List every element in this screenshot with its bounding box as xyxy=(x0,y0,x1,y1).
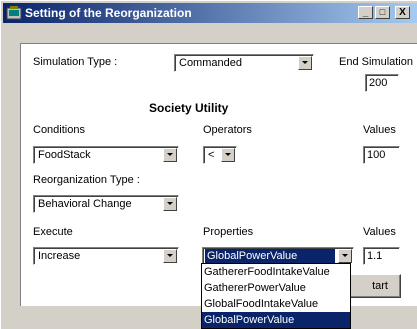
chevron-down-icon[interactable] xyxy=(338,249,352,263)
end-simulation-label: End Simulation : xyxy=(339,56,417,68)
operators-label: Operators xyxy=(203,124,252,136)
execute-select[interactable]: Increase xyxy=(33,247,179,265)
dropdown-option[interactable]: GathererFoodIntakeValue xyxy=(202,264,350,280)
section-heading: Society Utility xyxy=(149,101,229,115)
simulation-type-value: Commanded xyxy=(179,57,242,69)
minimize-button[interactable]: _ xyxy=(358,6,373,19)
reorg-type-label: Reorganization Type : xyxy=(33,174,140,186)
properties-dropdown-list: GathererFoodIntakeValue GathererPowerVal… xyxy=(201,263,351,329)
close-button[interactable]: X xyxy=(395,6,410,19)
simulation-type-label: Simulation Type : xyxy=(33,56,118,68)
reorg-type-value: Behavioral Change xyxy=(38,198,132,210)
dropdown-option[interactable]: GathererPowerValue xyxy=(202,280,350,296)
conditions-value: FoodStack xyxy=(38,149,91,161)
chevron-down-icon[interactable] xyxy=(163,197,177,211)
properties-label: Properties xyxy=(203,226,254,238)
conditions-select[interactable]: FoodStack xyxy=(33,146,179,164)
execute-label: Execute xyxy=(33,226,73,238)
values-label-1: Values xyxy=(363,124,396,136)
operators-select[interactable]: < xyxy=(203,146,237,164)
dropdown-option[interactable]: GlobalFoodIntakeValue xyxy=(202,296,350,312)
reorganization-window: Setting of the Reorganization _ □ X Simu… xyxy=(0,0,417,329)
chevron-down-icon[interactable] xyxy=(163,249,177,263)
execute-value: Increase xyxy=(38,250,81,262)
properties-value: GlobalPowerValue xyxy=(205,249,335,263)
dropdown-option-selected[interactable]: GlobalPowerValue xyxy=(202,312,350,328)
maximize-button[interactable]: □ xyxy=(375,6,390,19)
start-button-label: tart xyxy=(372,280,388,292)
chevron-down-icon[interactable] xyxy=(163,148,177,162)
app-icon xyxy=(6,5,22,21)
title-bar[interactable]: Setting of the Reorganization _ □ X xyxy=(3,3,417,23)
simulation-type-select[interactable]: Commanded xyxy=(174,54,314,72)
values-label-2: Values xyxy=(363,226,396,238)
conditions-label: Conditions xyxy=(33,124,85,136)
values-input-1[interactable]: 100 xyxy=(363,146,400,164)
chevron-down-icon[interactable] xyxy=(298,56,312,70)
operators-value: < xyxy=(208,149,215,161)
chevron-down-icon[interactable] xyxy=(221,148,235,162)
end-simulation-input[interactable]: 200 xyxy=(365,74,399,92)
reorg-type-select[interactable]: Behavioral Change xyxy=(33,195,179,213)
values-input-2[interactable]: 1.1 xyxy=(363,247,400,265)
window-title: Setting of the Reorganization xyxy=(25,6,192,20)
